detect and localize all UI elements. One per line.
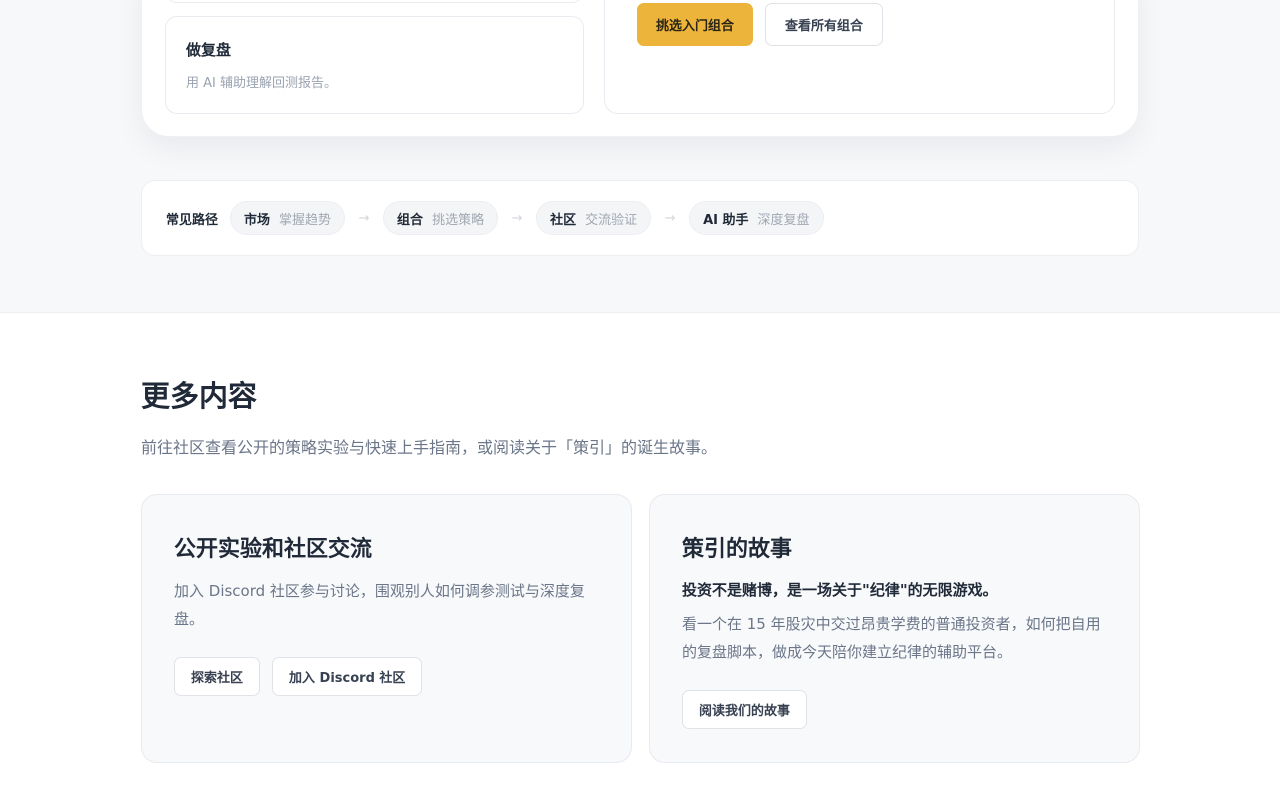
more-content-description: 前往社区查看公开的策略实验与快速上手指南，或阅读关于「策引」的诞生故事。 (141, 438, 718, 457)
community-card-title: 公开实验和社区交流 (174, 537, 373, 562)
path-step-title: AI 助手 (703, 212, 749, 228)
common-paths-label: 常见路径 (166, 212, 219, 228)
path-step-ai-assistant[interactable]: AI 助手 深度复盘 (689, 201, 824, 235)
path-step-subtitle: 交流验证 (585, 212, 638, 228)
arrow-right-icon: → (511, 210, 523, 226)
view-all-portfolios-button[interactable]: 查看所有组合 (765, 3, 883, 46)
explore-community-button[interactable]: 探索社区 (174, 657, 261, 696)
mini-card-previous[interactable] (165, 0, 584, 3)
path-step-subtitle: 深度复盘 (757, 212, 810, 228)
mini-card-description: 用 AI 辅助理解回测报告。 (186, 76, 337, 91)
mini-card-review[interactable]: 做复盘 用 AI 辅助理解回测报告。 (165, 16, 584, 114)
path-step-title: 组合 (397, 212, 424, 228)
read-our-story-button[interactable]: 阅读我们的故事 (682, 690, 808, 729)
path-step-subtitle: 挑选策略 (432, 212, 485, 228)
path-step-community[interactable]: 社区 交流验证 (536, 201, 652, 235)
story-card-tagline: 投资不是赌博，是一场关于"纪律"的无限游戏。 (682, 581, 998, 599)
mini-card-title: 做复盘 (186, 41, 232, 59)
story-card-title: 策引的故事 (682, 537, 793, 562)
arrow-right-icon: → (664, 210, 676, 226)
path-step-market[interactable]: 市场 掌握趋势 (230, 201, 346, 235)
community-card-actions: 探索社区 加入 Discord 社区 (174, 657, 599, 696)
join-discord-button[interactable]: 加入 Discord 社区 (272, 657, 423, 696)
arrow-right-icon: → (358, 210, 370, 226)
path-step-title: 市场 (244, 212, 271, 228)
community-card-description: 加入 Discord 社区参与讨论，围观别人如何调参测试与深度复盘。 (174, 582, 585, 628)
story-card-actions: 阅读我们的故事 (682, 690, 1107, 729)
story-card-description: 看一个在 15 年股灾中交过昂贵学费的普通投资者，如何把自用的复盘脚本，做成今天… (682, 615, 1101, 661)
path-step-subtitle: 掌握趋势 (279, 212, 332, 228)
community-card: 公开实验和社区交流 加入 Discord 社区参与讨论，围观别人如何调参测试与深… (141, 494, 632, 763)
story-card: 策引的故事 投资不是赌博，是一场关于"纪律"的无限游戏。 看一个在 15 年股灾… (649, 494, 1140, 763)
pick-starter-portfolio-button[interactable]: 挑选入门组合 (637, 3, 753, 46)
path-step-portfolio[interactable]: 组合 挑选策略 (383, 201, 499, 235)
path-step-title: 社区 (550, 212, 577, 228)
more-content-title: 更多内容 (141, 379, 258, 413)
common-paths-bar: 常见路径 市场 掌握趋势 → 组合 挑选策略 → 社区 交流验证 → AI 助手… (141, 180, 1139, 256)
